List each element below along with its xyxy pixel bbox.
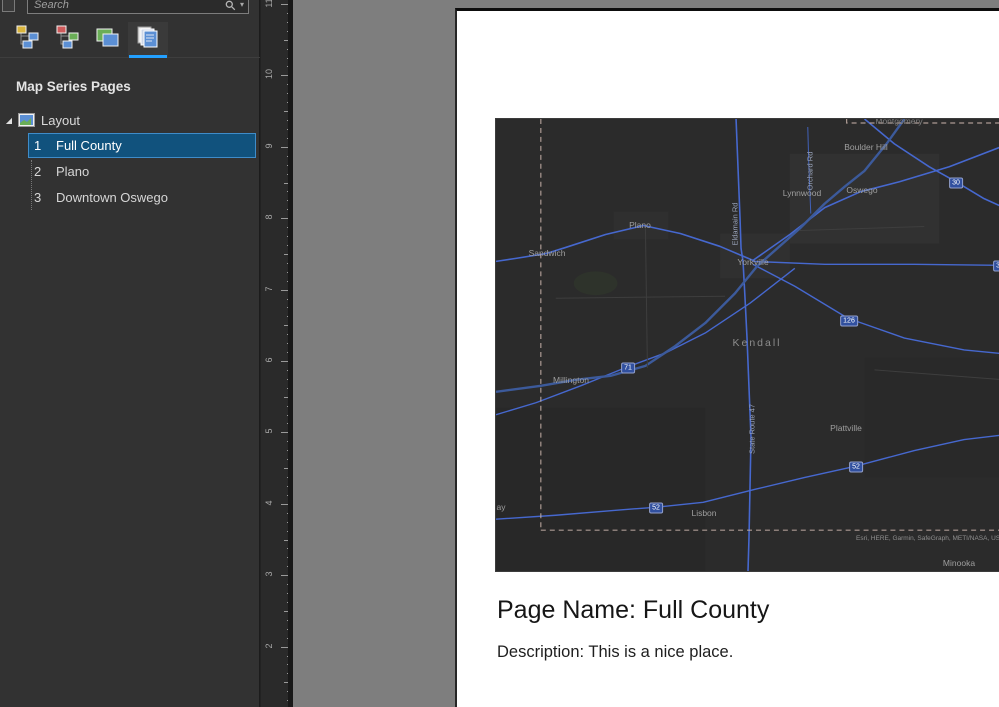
map-place-label: Montgomery (875, 118, 923, 126)
map-place-label: Yorkville (737, 257, 769, 267)
route-shield: 52 (649, 502, 663, 514)
ruler-number: 8 (264, 214, 274, 220)
map-place-label: Minooka (942, 558, 976, 568)
map-series-pages-icon (135, 24, 161, 55)
ruler-number: 6 (264, 357, 274, 363)
ruler-number: 7 (264, 286, 274, 292)
contents-pane: ▾ (0, 0, 260, 707)
search-input[interactable] (32, 0, 223, 12)
ruler-number: 11 (264, 0, 274, 8)
map-series-tree: ◢ Layout 1 Full County 2 Plano 3 Downtow… (0, 108, 259, 211)
map-place-label: Eldamain Rd (730, 202, 740, 246)
search-box[interactable]: ▾ (27, 0, 249, 14)
tab-list-by-selection[interactable] (88, 22, 128, 57)
tab-list-by-drawing-order[interactable] (8, 22, 48, 57)
tab-list-by-source[interactable] (48, 22, 88, 57)
search-options-chevron-icon[interactable]: ▾ (240, 1, 244, 9)
vertical-ruler: 11 10 9 8 7 6 5 4 3 2 (260, 0, 289, 707)
route-shield: 71 (621, 362, 635, 374)
page-label: Downtown Oswego (56, 190, 168, 205)
map-place-label: ay (496, 502, 506, 512)
search-icon[interactable] (225, 0, 236, 11)
page-label: Plano (56, 164, 90, 179)
ruler-number: 3 (264, 571, 274, 577)
map-place-label: Lynnwood (782, 188, 822, 198)
route-shield: 52 (849, 461, 863, 473)
tree-item-layout[interactable]: ◢ Layout (0, 108, 259, 132)
selection-icon (95, 24, 121, 55)
arcgis-pro-window: ▾ (0, 0, 999, 707)
pane-top-row: ▾ (0, 0, 259, 18)
map-place-label: Millington (553, 375, 589, 385)
pane-pin-icon[interactable] (2, 0, 15, 12)
map-attribution: Esri, HERE, Garmin, SafeGraph, METI/NASA… (856, 535, 999, 542)
map-place-label: Plano (629, 220, 651, 230)
page-description-text[interactable]: Description: This is a nice place. (497, 643, 733, 662)
route-shield: 126 (840, 315, 858, 327)
layout-icon (18, 113, 35, 127)
map-place-label: Plattville (830, 423, 862, 433)
contents-tab-bar (0, 22, 260, 58)
map-labels: Montgomery Boulder Hill Oswego Lynnwood Orch… (496, 119, 999, 571)
map-place-label: Orchard Rd (805, 151, 815, 191)
ruler-number: 9 (264, 143, 274, 149)
map-place-label: Sandwich (528, 248, 566, 258)
map-place-label: Oswego (846, 185, 878, 195)
source-icon (55, 24, 81, 55)
page-number: 2 (34, 164, 42, 179)
layout-canvas[interactable]: Montgomery Boulder Hill Oswego Lynnwood Orch… (293, 0, 999, 707)
map-place-label: State Route 47 (747, 403, 757, 455)
tab-list-map-series-pages[interactable] (128, 22, 168, 58)
map-series-page-row-plano[interactable]: 2 Plano (28, 159, 256, 184)
layout-page: Montgomery Boulder Hill Oswego Lynnwood Orch… (455, 8, 999, 707)
route-shield: 30 (949, 177, 963, 189)
map-series-page-row-full-county[interactable]: 1 Full County (28, 133, 256, 158)
ruler-number: 2 (264, 643, 274, 649)
expander-icon[interactable]: ◢ (2, 116, 16, 125)
map-place-label: Lisbon (691, 508, 717, 518)
route-shield: 34 (993, 260, 999, 272)
page-label: Full County (56, 138, 122, 153)
page-number: 3 (34, 190, 42, 205)
tree-root-label: Layout (41, 112, 81, 128)
ruler-number: 4 (264, 500, 274, 506)
map-place-label: Kendall (732, 337, 782, 349)
map-frame[interactable]: Montgomery Boulder Hill Oswego Lynnwood Orch… (495, 118, 999, 572)
page-title-text[interactable]: Page Name: Full County (497, 596, 769, 625)
ruler-number: 10 (264, 69, 274, 80)
ruler-number: 5 (264, 428, 274, 434)
map-series-page-row-downtown-oswego[interactable]: 3 Downtown Oswego (28, 185, 256, 210)
map-place-label: Boulder Hill (844, 142, 888, 152)
drawing-order-icon (15, 24, 41, 55)
pane-section-title: Map Series Pages (16, 79, 131, 94)
page-number: 1 (34, 138, 42, 153)
